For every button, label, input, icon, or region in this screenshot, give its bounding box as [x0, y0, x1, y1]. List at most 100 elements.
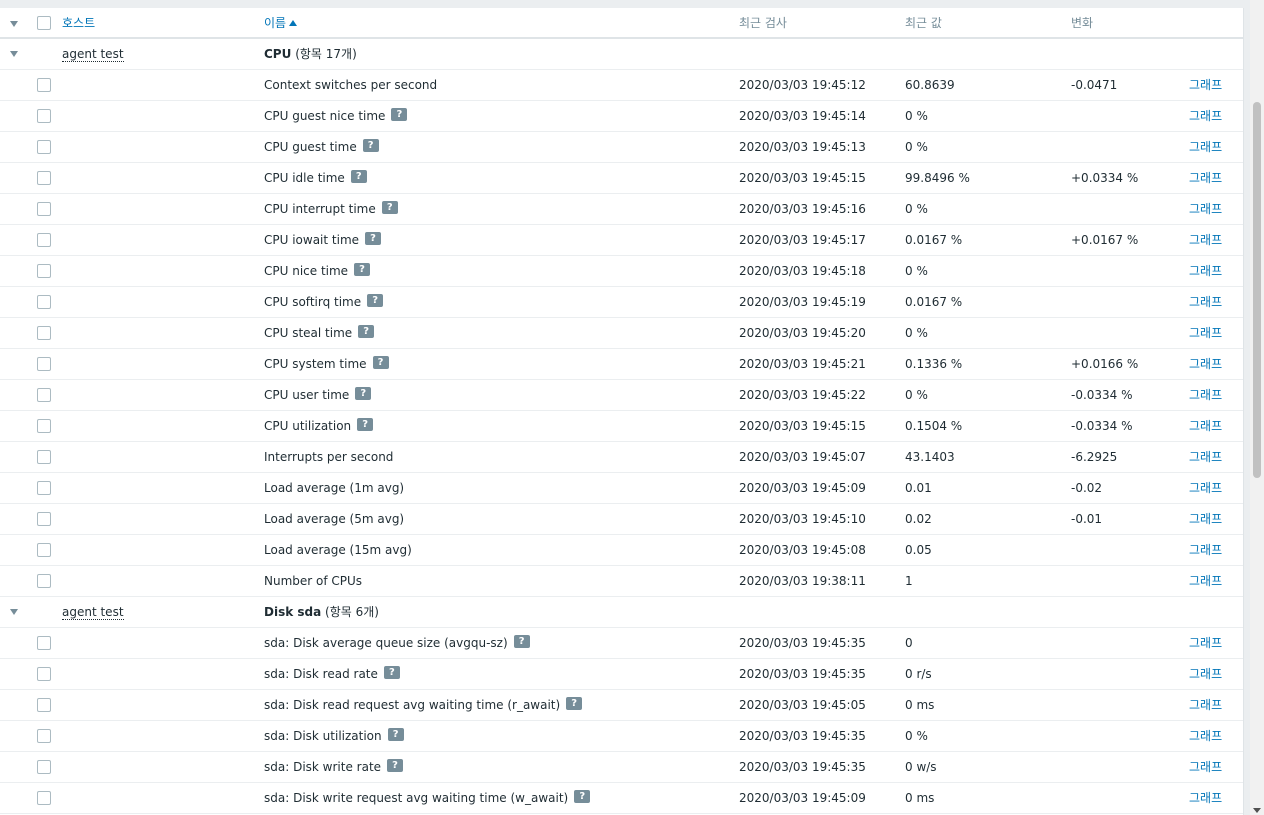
graph-link[interactable]: 그래프 [1189, 194, 1222, 225]
graph-link[interactable]: 그래프 [1189, 318, 1222, 349]
help-icon[interactable]: ? [362, 139, 379, 152]
row-checkbox[interactable] [37, 78, 51, 92]
row-checkbox[interactable] [37, 326, 51, 340]
graph-link[interactable]: 그래프 [1189, 783, 1222, 814]
help-icon[interactable]: ? [357, 418, 374, 431]
last-check-time: 2020/03/03 19:38:11 [739, 574, 866, 588]
header-name[interactable]: 이름 [264, 8, 298, 39]
help-icon[interactable]: ? [387, 728, 404, 741]
last-value: 0 % [905, 109, 928, 123]
item-name: CPU utilization [264, 419, 352, 433]
scroll-down-arrow-icon[interactable] [1253, 808, 1261, 813]
last-check-time: 2020/03/03 19:45:09 [739, 791, 866, 805]
collapse-triangle-icon[interactable] [10, 51, 18, 57]
sort-ascending-icon [289, 19, 298, 26]
row-checkbox[interactable] [37, 109, 51, 123]
help-icon[interactable]: ? [574, 790, 591, 803]
help-icon[interactable]: ? [381, 201, 398, 214]
row-checkbox[interactable] [37, 636, 51, 650]
row-checkbox[interactable] [37, 357, 51, 371]
graph-link[interactable]: 그래프 [1189, 566, 1222, 597]
last-check-time: 2020/03/03 19:45:35 [739, 636, 866, 650]
change-value: -0.02 [1071, 481, 1103, 495]
row-checkbox[interactable] [37, 791, 51, 805]
row-checkbox[interactable] [37, 667, 51, 681]
graph-link[interactable]: 그래프 [1189, 442, 1222, 473]
help-icon[interactable]: ? [372, 356, 389, 369]
graph-link[interactable]: 그래프 [1189, 659, 1222, 690]
graph-link[interactable]: 그래프 [1189, 70, 1222, 101]
help-icon[interactable]: ? [513, 635, 530, 648]
help-icon[interactable]: ? [367, 294, 384, 307]
table-row: sda: Disk read rate? 2020/03/03 19:45:35 0… [0, 659, 1243, 690]
last-check-time: 2020/03/03 19:45:15 [739, 171, 866, 185]
collapse-all-icon[interactable] [10, 21, 18, 27]
graph-link[interactable]: 그래프 [1189, 411, 1222, 442]
graph-link[interactable]: 그래프 [1189, 628, 1222, 659]
row-checkbox[interactable] [37, 543, 51, 557]
help-icon[interactable]: ? [566, 697, 583, 710]
graph-link[interactable]: 그래프 [1189, 287, 1222, 318]
graph-link[interactable]: 그래프 [1189, 349, 1222, 380]
select-all-checkbox[interactable] [37, 16, 51, 30]
row-checkbox[interactable] [37, 233, 51, 247]
group-host-cell: agent test [62, 597, 124, 628]
scrollbar-thumb[interactable] [1253, 102, 1261, 478]
change-value: -0.0334 % [1071, 419, 1133, 433]
graph-link[interactable]: 그래프 [1189, 256, 1222, 287]
row-checkbox[interactable] [37, 481, 51, 495]
row-checkbox[interactable] [37, 264, 51, 278]
row-checkbox[interactable] [37, 698, 51, 712]
graph-link[interactable]: 그래프 [1189, 504, 1222, 535]
last-check-time: 2020/03/03 19:45:35 [739, 729, 866, 743]
help-icon[interactable]: ? [365, 232, 382, 245]
help-icon[interactable]: ? [350, 170, 367, 183]
help-icon[interactable]: ? [358, 325, 375, 338]
host-link[interactable]: agent test [62, 605, 124, 620]
row-checkbox[interactable] [37, 419, 51, 433]
row-checkbox[interactable] [37, 388, 51, 402]
last-check-time: 2020/03/03 19:45:17 [739, 233, 866, 247]
row-checkbox[interactable] [37, 512, 51, 526]
help-icon[interactable]: ? [391, 108, 408, 121]
last-value: 0 ms [905, 698, 935, 712]
graph-link[interactable]: 그래프 [1189, 535, 1222, 566]
graph-link[interactable]: 그래프 [1189, 721, 1222, 752]
graph-link[interactable]: 그래프 [1189, 473, 1222, 504]
row-checkbox[interactable] [37, 202, 51, 216]
help-icon[interactable]: ? [383, 666, 400, 679]
item-name: Context switches per second [264, 78, 438, 92]
row-checkbox[interactable] [37, 295, 51, 309]
help-icon[interactable]: ? [387, 759, 404, 772]
collapse-triangle-icon[interactable] [10, 609, 18, 615]
graph-link[interactable]: 그래프 [1189, 380, 1222, 411]
row-checkbox[interactable] [37, 760, 51, 774]
row-checkbox[interactable] [37, 171, 51, 185]
host-link[interactable]: agent test [62, 47, 124, 62]
graph-link[interactable]: 그래프 [1189, 752, 1222, 783]
graph-link[interactable]: 그래프 [1189, 132, 1222, 163]
row-checkbox[interactable] [37, 729, 51, 743]
last-value: 0.1504 % [905, 419, 963, 433]
latest-data-table: 호스트 이름 최근 검사 최근 값 변화 agent test CPU (항목 1… [0, 8, 1244, 815]
help-icon[interactable]: ? [354, 263, 371, 276]
row-checkbox[interactable] [37, 574, 51, 588]
change-value: -0.0471 [1071, 78, 1118, 92]
last-check-time: 2020/03/03 19:45:15 [739, 419, 866, 433]
table-row: CPU idle time? 2020/03/03 19:45:15 99.8496… [0, 163, 1243, 194]
item-name-cell: sda: Disk write rate? [264, 752, 404, 783]
last-value: 0 ms [905, 791, 935, 805]
header-host[interactable]: 호스트 [62, 8, 95, 39]
vertical-scrollbar[interactable] [1250, 0, 1264, 815]
graph-link[interactable]: 그래프 [1189, 690, 1222, 721]
graph-link[interactable]: 그래프 [1189, 163, 1222, 194]
row-checkbox[interactable] [37, 140, 51, 154]
item-name-cell: Interrupts per second [264, 442, 393, 473]
graph-link[interactable]: 그래프 [1189, 225, 1222, 256]
help-icon[interactable]: ? [355, 387, 372, 400]
graph-link[interactable]: 그래프 [1189, 101, 1222, 132]
last-value: 0 % [905, 729, 928, 743]
row-checkbox[interactable] [37, 450, 51, 464]
application-name-cell: Disk sda (항목 6개) [264, 597, 379, 628]
table-row: CPU guest nice time? 2020/03/03 19:45:14 0… [0, 101, 1243, 132]
